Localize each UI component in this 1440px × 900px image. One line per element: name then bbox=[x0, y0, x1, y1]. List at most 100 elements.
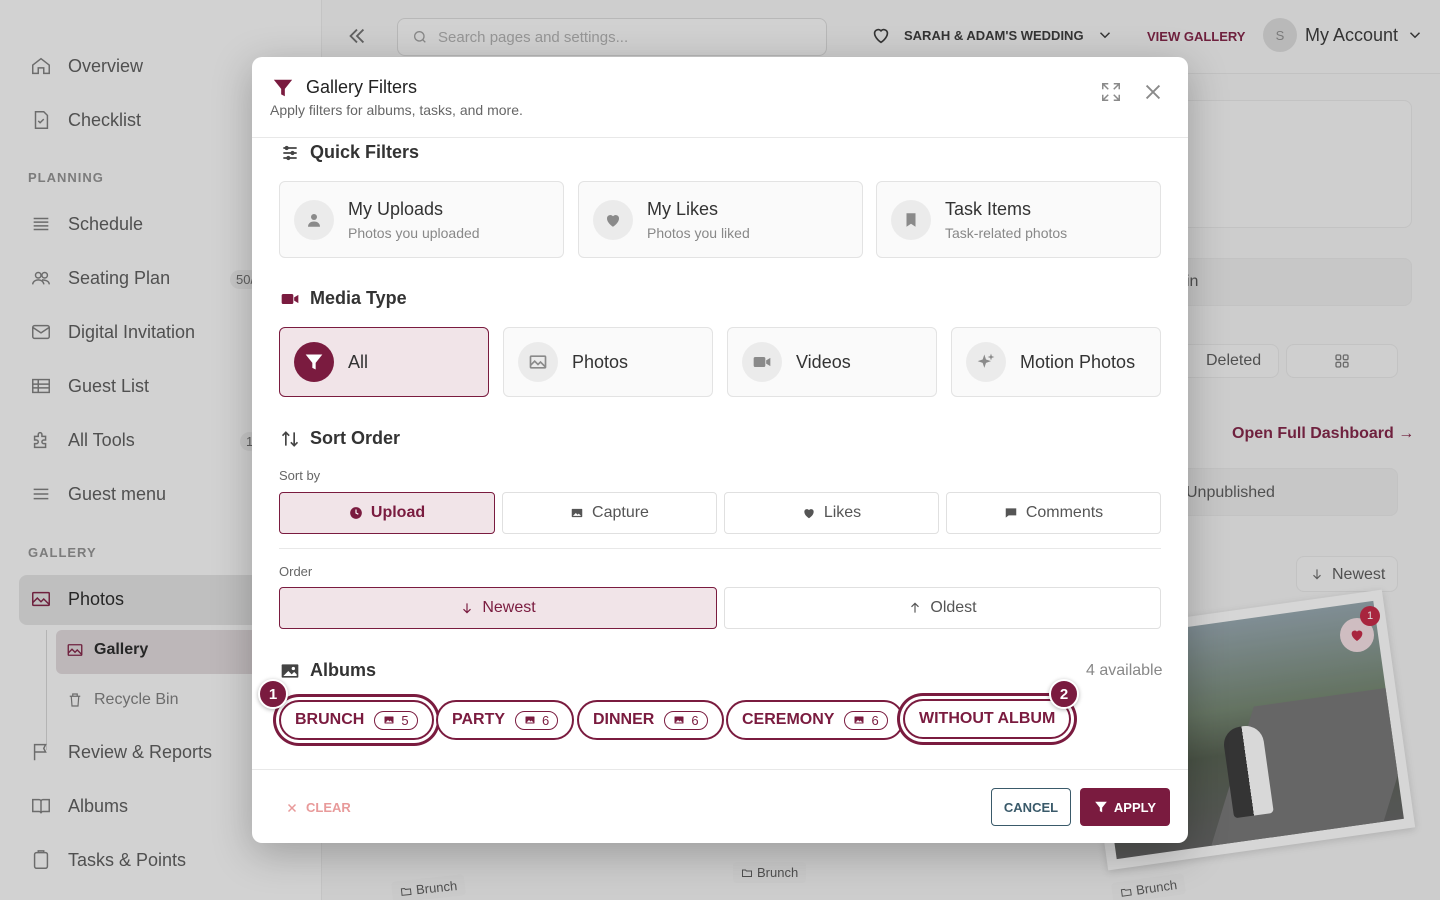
media-type-icon-circle bbox=[966, 342, 1006, 382]
apply-label: APPLY bbox=[1113, 799, 1157, 815]
quick-filter-subtitle: Photos you liked bbox=[647, 224, 750, 241]
media-type-label: Photos bbox=[572, 351, 629, 372]
sort-by-likes[interactable]: Likes bbox=[724, 492, 939, 534]
sort-by-comments[interactable]: Comments bbox=[946, 492, 1161, 534]
sort-arrows-icon bbox=[281, 430, 299, 447]
close-icon bbox=[287, 803, 297, 812]
quick-filter-icon-circle bbox=[593, 199, 633, 240]
modal-subtitle: Apply filters for albums, tasks, and mor… bbox=[270, 102, 523, 118]
image-icon bbox=[854, 716, 864, 724]
albums-available-count: 4 available bbox=[1086, 662, 1163, 679]
cancel-button[interactable]: CANCEL bbox=[991, 788, 1071, 826]
media-type-label: Videos bbox=[796, 351, 851, 372]
arrow-down-icon bbox=[463, 603, 472, 614]
album-chip-label: DINNER bbox=[593, 711, 655, 728]
sort-divider bbox=[279, 548, 1161, 549]
quick-filters-heading: Quick Filters bbox=[280, 142, 419, 163]
gallery-filters-modal: Gallery Filters Apply filters for albums… bbox=[252, 57, 1188, 843]
funnel-icon bbox=[273, 79, 293, 97]
quick-filter-my-uploads[interactable]: My Uploads Photos you uploaded bbox=[279, 181, 564, 258]
album-chip-count: 6 bbox=[515, 710, 559, 730]
arrow-up-icon bbox=[911, 602, 920, 613]
sparkle-icon bbox=[977, 353, 995, 368]
sliders-icon bbox=[283, 145, 297, 160]
clear-label: CLEAR bbox=[306, 800, 351, 815]
quick-filter-subtitle: Photos you uploaded bbox=[348, 224, 480, 241]
album-chip-ceremony[interactable]: CEREMONY 6 bbox=[726, 700, 904, 740]
media-type-photos[interactable]: Photos bbox=[503, 327, 713, 397]
image-icon bbox=[525, 716, 535, 724]
order-oldest[interactable]: Oldest bbox=[724, 587, 1161, 629]
sort-by-label-text: Comments bbox=[1025, 504, 1104, 521]
album-chip-brunch[interactable]: BRUNCH 5 bbox=[279, 700, 434, 740]
album-chip-count: 6 bbox=[664, 710, 708, 730]
albums-title: Albums bbox=[310, 660, 377, 680]
media-type-label: Motion Photos bbox=[1020, 351, 1136, 372]
video-camera-icon bbox=[753, 357, 771, 367]
comment-icon bbox=[1005, 508, 1017, 518]
funnel-icon bbox=[305, 354, 323, 370]
quick-filter-title: My Uploads bbox=[348, 198, 444, 219]
quick-filter-subtitle: Task-related photos bbox=[945, 224, 1068, 241]
sort-by-label-text: Likes bbox=[823, 504, 862, 521]
sort-by-label: Sort by bbox=[279, 468, 321, 483]
media-type-label: All bbox=[348, 351, 369, 372]
quick-filter-icon-circle bbox=[294, 199, 334, 240]
album-chip-count-value: 6 bbox=[542, 712, 550, 728]
step-marker-1: 1 bbox=[258, 679, 288, 709]
order-newest[interactable]: Newest bbox=[279, 587, 717, 629]
order-label: Order bbox=[279, 564, 313, 579]
image-icon bbox=[384, 716, 394, 724]
media-type-title: Media Type bbox=[310, 288, 407, 308]
media-type-icon-circle bbox=[742, 342, 782, 382]
sort-order-title: Sort Order bbox=[310, 428, 401, 448]
step-marker-2: 2 bbox=[1049, 679, 1079, 709]
modal-title: Gallery Filters bbox=[306, 77, 418, 97]
user-icon bbox=[308, 213, 320, 227]
album-chip-label: PARTY bbox=[452, 711, 506, 728]
album-chip-label: WITHOUT ALBUM bbox=[919, 710, 1056, 727]
heart-icon bbox=[804, 509, 814, 519]
expand-icon[interactable] bbox=[1100, 81, 1122, 103]
album-chip-count: 6 bbox=[844, 710, 888, 730]
sort-by-label-text: Capture bbox=[592, 504, 649, 521]
albums-heading: Albums bbox=[280, 660, 376, 681]
media-type-icon-circle bbox=[294, 342, 334, 382]
album-chip-count-value: 5 bbox=[401, 712, 409, 728]
album-chip-count-value: 6 bbox=[691, 712, 699, 728]
quick-filter-title: Task Items bbox=[945, 198, 1032, 219]
bookmark-icon bbox=[906, 212, 916, 227]
media-type-icon-circle bbox=[518, 342, 558, 382]
funnel-icon bbox=[1095, 801, 1107, 813]
quick-filter-icon-circle bbox=[891, 199, 931, 240]
sort-by-label-text: Upload bbox=[370, 504, 426, 521]
sort-order-heading: Sort Order bbox=[280, 428, 400, 449]
clear-button[interactable]: CLEAR bbox=[286, 800, 351, 815]
image-icon bbox=[674, 716, 684, 724]
order-label-text: Oldest bbox=[930, 599, 977, 616]
media-type-videos[interactable]: Videos bbox=[727, 327, 937, 397]
clock-icon bbox=[350, 507, 362, 519]
sort-by-upload[interactable]: Upload bbox=[279, 492, 495, 534]
album-chip-count-value: 6 bbox=[871, 712, 879, 728]
quick-filter-task-items[interactable]: Task Items Task-related photos bbox=[876, 181, 1161, 258]
image-icon bbox=[571, 508, 583, 518]
album-chip-label: BRUNCH bbox=[295, 711, 365, 728]
album-chip-party[interactable]: PARTY 6 bbox=[436, 700, 575, 740]
sort-by-capture[interactable]: Capture bbox=[502, 492, 717, 534]
video-camera-icon bbox=[281, 293, 299, 304]
close-icon[interactable] bbox=[1142, 81, 1164, 103]
album-chip-label: CEREMONY bbox=[742, 711, 835, 728]
image-icon bbox=[529, 355, 547, 369]
media-type-heading: Media Type bbox=[280, 288, 407, 309]
media-type-motion-photos[interactable]: Motion Photos bbox=[951, 327, 1161, 397]
apply-button[interactable]: APPLY bbox=[1080, 788, 1170, 826]
quick-filters-title: Quick Filters bbox=[310, 142, 420, 162]
order-label-text: Newest bbox=[482, 599, 536, 616]
image-icon bbox=[281, 663, 299, 678]
heart-icon bbox=[606, 214, 620, 227]
media-type-all[interactable]: All bbox=[279, 327, 489, 397]
album-chip-dinner[interactable]: DINNER 6 bbox=[577, 700, 724, 740]
album-chip-without-album[interactable]: WITHOUT ALBUM bbox=[903, 699, 1072, 739]
quick-filter-my-likes[interactable]: My Likes Photos you liked bbox=[578, 181, 863, 258]
